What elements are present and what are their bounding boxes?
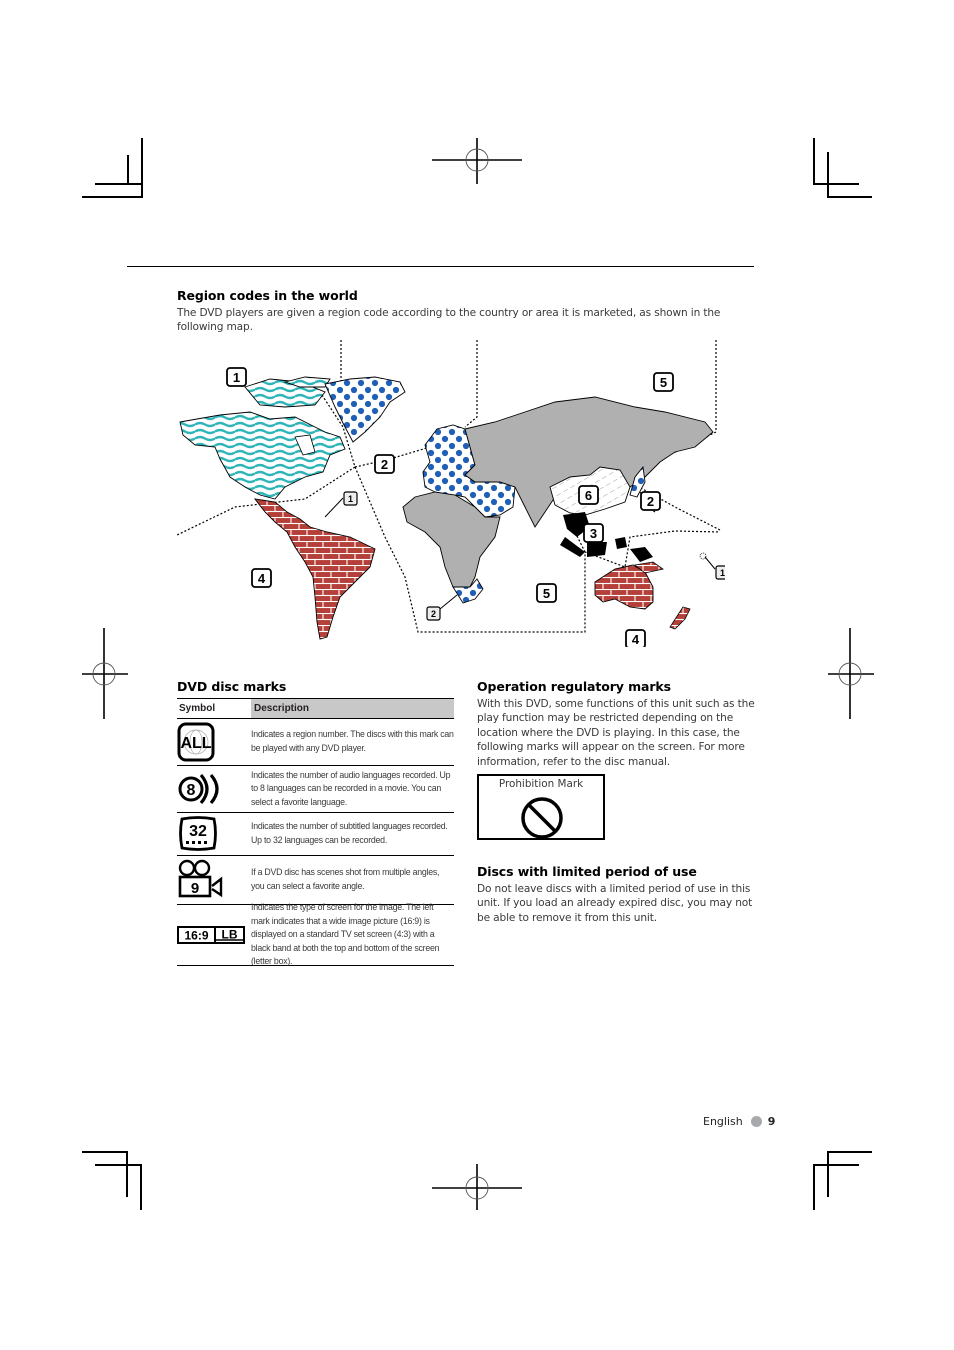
footer-bullet-icon xyxy=(750,1116,762,1127)
map-region-2-greenland xyxy=(324,376,406,443)
svg-text:1: 1 xyxy=(720,568,725,578)
region-codes-heading: Region codes in the world xyxy=(177,288,358,303)
svg-text:1: 1 xyxy=(348,494,353,504)
registration-mark-bottom xyxy=(432,1164,522,1210)
limited-body: Do not leave discs with a limited period… xyxy=(477,883,753,924)
region-label-3-southeast-asia: 3 xyxy=(583,523,604,543)
region-label-4-australia: 4 xyxy=(625,629,646,647)
registration-mark-right xyxy=(828,628,874,719)
subtitle-languages-icon: 32 xyxy=(179,816,217,851)
region-label-1-north-america: 1 xyxy=(226,367,247,387)
footer-language: English xyxy=(703,1115,743,1128)
table-row: 9 If a DVD disc has scenes shot from mul… xyxy=(177,855,454,904)
svg-text:4: 4 xyxy=(258,571,266,586)
header-rule xyxy=(127,266,754,267)
table-row: 32 Indicates the number of subtitled lan… xyxy=(177,812,454,855)
svg-text:9: 9 xyxy=(191,880,199,897)
page-number: 9 xyxy=(767,1115,776,1128)
region-label-2-europe: 2 xyxy=(374,454,395,474)
header-description: Description xyxy=(251,699,454,718)
svg-text:2: 2 xyxy=(647,494,654,509)
region-label-1-pacific: 1 xyxy=(715,565,725,580)
region-label-5-russia: 5 xyxy=(653,372,674,392)
row-description: Indicates the number of audio languages … xyxy=(251,769,451,807)
svg-text:2: 2 xyxy=(381,457,388,472)
table-row: 8 Indicates the number of audio language… xyxy=(177,765,454,812)
map-region-1-north-america xyxy=(179,376,346,500)
map-region-4-new-zealand xyxy=(669,606,691,630)
table-row: 16:9 LB Indicates the type of screen for… xyxy=(177,902,454,966)
region-map: 1 2 1 4 2 5 5 6 2 3 4 1 xyxy=(176,340,725,647)
region-label-5-africa: 5 xyxy=(536,583,557,603)
disc-marks-heading: DVD disc marks xyxy=(177,679,287,694)
svg-text:5: 5 xyxy=(543,586,550,601)
screen-type-icon: 16:9 LB xyxy=(177,926,245,944)
header-symbol: Symbol xyxy=(177,699,249,718)
region-all-icon: ALL xyxy=(177,722,215,762)
region-codes-intro: The DVD players are given a region code … xyxy=(177,307,721,334)
svg-text:16:9: 16:9 xyxy=(184,929,208,943)
row-description: Indicates the type of screen for the ima… xyxy=(251,902,440,967)
audio-languages-icon: 8 xyxy=(178,773,219,805)
svg-text:8: 8 xyxy=(187,782,196,799)
map-region-4-latin-america xyxy=(253,498,376,640)
table-row: ALL Indicates a region number. The discs… xyxy=(177,718,454,765)
region-label-6-china: 6 xyxy=(578,485,599,505)
row-description: Indicates a region number. The discs wit… xyxy=(251,729,454,753)
limited-heading: Discs with limited period of use xyxy=(477,864,697,879)
svg-text:3: 3 xyxy=(590,526,597,541)
row-description: Indicates the number of subtitled langua… xyxy=(251,821,448,845)
map-region-3-southeast-asia xyxy=(560,512,653,562)
disc-marks-header: Symbol Description xyxy=(177,698,454,718)
region-label-2-japan: 2 xyxy=(640,491,661,511)
svg-text:6: 6 xyxy=(585,488,592,503)
operation-heading: Operation regulatory marks xyxy=(477,679,671,694)
svg-text:LB: LB xyxy=(222,928,238,942)
prohibition-icon xyxy=(521,797,563,839)
svg-text:1: 1 xyxy=(233,370,240,385)
operation-body: With this DVD, some functions of this un… xyxy=(477,698,755,768)
region-label-1-caribbean: 1 xyxy=(343,491,358,506)
svg-text:5: 5 xyxy=(660,375,667,390)
region-label-4-south-america: 4 xyxy=(251,568,272,588)
prohibition-mark-box: Prohibition Mark xyxy=(477,774,605,840)
svg-text:32: 32 xyxy=(189,823,207,840)
page-footer: English 9 xyxy=(703,1115,775,1128)
prohibition-mark-label: Prohibition Mark xyxy=(498,778,584,790)
row-description: If a DVD disc has scenes shot from multi… xyxy=(251,867,440,891)
svg-text:2: 2 xyxy=(431,609,436,619)
region-label-2-south-africa: 2 xyxy=(426,606,441,621)
registration-mark-top xyxy=(432,138,522,184)
disc-marks-table: Symbol Description ALL Indicates a regio… xyxy=(177,698,454,966)
svg-text:4: 4 xyxy=(632,632,640,647)
svg-text:ALL: ALL xyxy=(180,735,211,752)
registration-mark-left xyxy=(82,628,128,719)
camera-angles-icon: 9 xyxy=(178,859,223,898)
